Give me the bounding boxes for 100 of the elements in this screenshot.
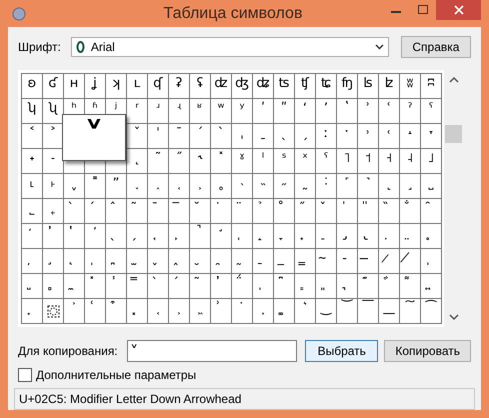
help-button[interactable]: Справка xyxy=(400,36,471,58)
character-cell[interactable]: ʛ xyxy=(43,74,64,99)
character-cell[interactable]: ̂ xyxy=(106,199,127,224)
character-cell[interactable]: ʪ xyxy=(358,74,379,99)
character-cell[interactable]: ̔ xyxy=(64,224,85,249)
character-cell[interactable]: ̺ xyxy=(22,274,43,299)
character-cell[interactable] xyxy=(43,299,64,324)
character-cell[interactable]: ʵ xyxy=(169,99,190,124)
character-cell[interactable]: ̠ xyxy=(316,224,337,249)
character-cell[interactable]: ˁ xyxy=(421,99,442,124)
character-cell[interactable]: ͖ xyxy=(190,299,211,324)
character-cell[interactable]: ̝ xyxy=(253,224,274,249)
character-cell[interactable]: ͚ xyxy=(274,299,295,324)
select-button[interactable]: Выбрать xyxy=(305,340,378,362)
character-cell[interactable]: ̿ xyxy=(127,274,148,299)
character-cell[interactable]: ˮ xyxy=(106,174,127,199)
character-cell[interactable]: ́ xyxy=(85,199,106,224)
character-cell[interactable]: ́ xyxy=(169,274,190,299)
character-cell[interactable]: ͌ xyxy=(400,274,421,299)
character-cell[interactable]: ˠ xyxy=(232,149,253,174)
character-cell[interactable]: ˫ xyxy=(43,174,64,199)
character-cell[interactable]: ̲ xyxy=(274,249,295,274)
character-cell[interactable]: ˹ xyxy=(337,174,358,199)
character-cell[interactable]: ̶ xyxy=(358,249,379,274)
character-cell[interactable]: ʚ xyxy=(22,74,43,99)
character-cell[interactable]: ˻ xyxy=(379,174,400,199)
character-cell[interactable]: ʣ xyxy=(211,74,232,99)
character-cell[interactable]: ˳ xyxy=(211,174,232,199)
character-cell[interactable]: ͡ xyxy=(421,299,442,324)
character-cell[interactable]: ˂ xyxy=(22,124,43,149)
character-cell[interactable]: ̚ xyxy=(190,224,211,249)
character-cell[interactable]: ̤ xyxy=(400,224,421,249)
character-cell[interactable]: ˋ xyxy=(211,124,232,149)
character-cell[interactable]: ͠ xyxy=(400,299,421,324)
character-cell[interactable]: ˇ xyxy=(127,124,148,149)
character-cell[interactable]: ˽ xyxy=(421,174,442,199)
character-cell[interactable]: ̄ xyxy=(148,199,169,224)
character-cell[interactable]: ̳ xyxy=(295,249,316,274)
character-cell[interactable]: ͕ xyxy=(169,299,190,324)
character-cell[interactable]: ʮ xyxy=(22,99,43,124)
character-cell[interactable]: ˾ xyxy=(22,199,43,224)
character-cell[interactable]: ˼ xyxy=(400,174,421,199)
character-cell[interactable]: ̢ xyxy=(358,224,379,249)
character-cell[interactable]: ͐ xyxy=(64,299,85,324)
character-cell[interactable]: ̇ xyxy=(211,199,232,224)
character-cell[interactable]: ˒ xyxy=(358,124,379,149)
character-cell[interactable]: ̑ xyxy=(421,199,442,224)
character-cell[interactable]: ʠ xyxy=(148,74,169,99)
character-cell[interactable]: ̻ xyxy=(43,274,64,299)
character-cell[interactable]: ˱ xyxy=(169,174,190,199)
character-cell[interactable]: ̨ xyxy=(64,249,85,274)
character-cell[interactable]: ˦ xyxy=(358,149,379,174)
character-cell[interactable]: ʝ xyxy=(85,74,106,99)
font-dropdown[interactable]: Arial xyxy=(70,37,389,57)
character-cell[interactable]: ʴ xyxy=(148,99,169,124)
character-cell[interactable]: ʺ xyxy=(274,99,295,124)
character-cell[interactable]: ʽ xyxy=(337,99,358,124)
character-cell[interactable]: ͍ xyxy=(421,274,442,299)
character-cell[interactable]: ˉ xyxy=(169,124,190,149)
character-cell[interactable]: ͒ xyxy=(106,299,127,324)
character-cell[interactable]: ʩ xyxy=(337,74,358,99)
character-cell[interactable]: ͞ xyxy=(358,299,379,324)
character-cell[interactable]: ͉ xyxy=(337,274,358,299)
character-cell[interactable]: ̜ xyxy=(232,224,253,249)
copy-field[interactable]: ˅ xyxy=(127,340,298,362)
character-cell[interactable]: ˖ xyxy=(22,149,43,174)
character-cell[interactable]: ˿ xyxy=(43,199,64,224)
character-cell[interactable]: ̐ xyxy=(400,199,421,224)
character-cell[interactable]: ̼ xyxy=(64,274,85,299)
character-cell[interactable]: ̗ xyxy=(127,224,148,249)
character-cell[interactable]: ̌ xyxy=(316,199,337,224)
character-cell[interactable]: ͇ xyxy=(295,274,316,299)
character-cell[interactable]: ͝ xyxy=(337,299,358,324)
character-cell[interactable]: ̦ xyxy=(22,249,43,274)
character-cell[interactable]: ˲ xyxy=(190,174,211,199)
character-cell[interactable]: ʫ xyxy=(379,74,400,99)
character-cell[interactable]: ʜ xyxy=(64,74,85,99)
character-cell[interactable]: ˌ xyxy=(232,124,253,149)
copy-button[interactable]: Копировать xyxy=(384,340,471,362)
character-cell[interactable]: ˛ xyxy=(127,149,148,174)
character-cell[interactable]: ̈ xyxy=(232,199,253,224)
character-cell[interactable]: ̭ xyxy=(169,249,190,274)
character-cell[interactable]: ˪ xyxy=(22,174,43,199)
character-cell[interactable]: ̹ xyxy=(421,249,442,274)
character-cell[interactable]: ˟ xyxy=(211,149,232,174)
character-cell[interactable]: ̎ xyxy=(358,199,379,224)
character-cell[interactable]: ͑ xyxy=(85,299,106,324)
character-cell[interactable]: ̵ xyxy=(337,249,358,274)
character-cell[interactable]: ̧ xyxy=(43,249,64,274)
character-cell[interactable]: ʤ xyxy=(232,74,253,99)
character-cell[interactable]: ̀ xyxy=(64,199,85,224)
character-cell[interactable]: ˍ xyxy=(253,124,274,149)
character-cell[interactable]: ˯ xyxy=(127,174,148,199)
character-cell[interactable]: ̯ xyxy=(211,249,232,274)
character-cell[interactable]: ͔ xyxy=(148,299,169,324)
character-cell[interactable]: ʻ xyxy=(295,99,316,124)
character-cell[interactable]: ͗ xyxy=(211,299,232,324)
character-cell[interactable]: ʨ xyxy=(316,74,337,99)
character-cell[interactable]: ͛ xyxy=(295,299,316,324)
character-cell[interactable]: ˬ xyxy=(64,174,85,199)
